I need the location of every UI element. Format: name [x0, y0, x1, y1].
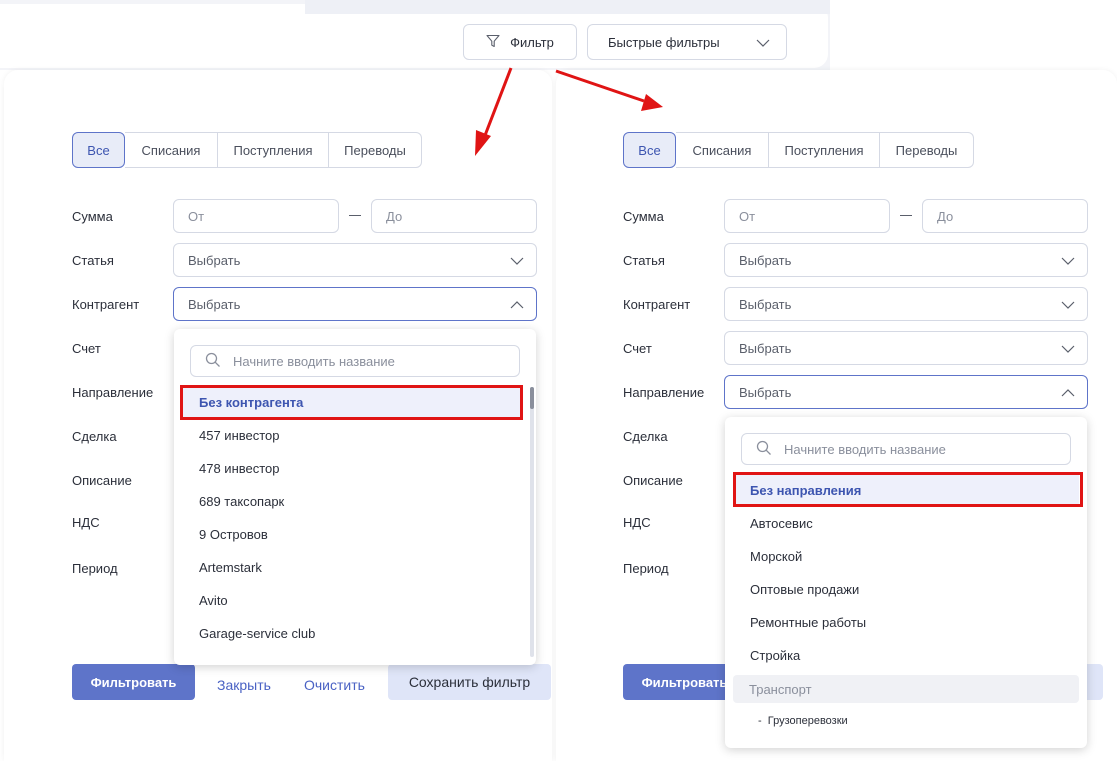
counterparty-search-input[interactable]: Начните вводить название	[190, 345, 520, 377]
top-strip	[305, 0, 830, 14]
amount-to-input[interactable]: До	[922, 199, 1088, 233]
counterparty-select[interactable]: Выбрать	[173, 287, 537, 321]
label-article: Статья	[72, 253, 114, 268]
label-description: Описание	[623, 473, 683, 488]
label-direction: Направление	[623, 385, 705, 400]
label-deal: Сделка	[623, 429, 668, 444]
list-item[interactable]: 457 инвестор	[199, 428, 280, 443]
search-icon	[756, 440, 772, 459]
direction-search-placeholder: Начните вводить название	[784, 441, 946, 457]
direction-select[interactable]: Выбрать	[724, 375, 1088, 409]
list-item[interactable]: Garage-service club	[199, 626, 315, 641]
chevron-down-icon	[1061, 297, 1075, 312]
apply-filter-button[interactable]: Фильтровать	[72, 664, 195, 700]
label-amount: Сумма	[72, 209, 113, 224]
account-select[interactable]: Выбрать	[724, 331, 1088, 365]
list-item[interactable]: Стройка	[750, 648, 800, 663]
tab-receipts[interactable]: Поступления	[769, 132, 880, 168]
save-filter-button[interactable]: Сохранить фильтр	[388, 664, 551, 700]
clear-link[interactable]: Очистить	[304, 677, 365, 693]
account-select-value: Выбрать	[739, 340, 792, 356]
label-amount: Сумма	[623, 209, 664, 224]
counterparty-select-value: Выбрать	[188, 296, 241, 312]
list-item[interactable]: 9 Островов	[199, 527, 268, 542]
filter-button-label: Фильтр	[510, 34, 554, 50]
funnel-icon	[486, 34, 500, 51]
search-icon	[205, 352, 221, 371]
tab-transfers[interactable]: Переводы	[329, 132, 422, 168]
counterparty-dropdown: Начните вводить название Без контрагента…	[174, 329, 536, 665]
tab-transfers[interactable]: Переводы	[880, 132, 974, 168]
label-deal: Сделка	[72, 429, 117, 444]
chevron-down-icon	[510, 253, 524, 268]
list-subitem-label: Грузоперевозки	[767, 715, 848, 727]
dropdown-scrollbar[interactable]	[530, 387, 534, 657]
bullet-dash: -	[758, 715, 768, 727]
quick-filters-label: Быстрые фильтры	[608, 34, 720, 50]
list-item[interactable]: 689 таксопарк	[199, 494, 284, 509]
direction-dropdown: Начните вводить название Без направления…	[725, 417, 1087, 748]
label-description: Описание	[72, 473, 132, 488]
article-select[interactable]: Выбрать	[173, 243, 537, 277]
article-select-value: Выбрать	[739, 252, 792, 268]
list-item[interactable]: Ремонтные работы	[750, 615, 866, 630]
close-link[interactable]: Закрыть	[217, 677, 271, 693]
label-period: Период	[623, 561, 669, 576]
amount-from-input[interactable]: От	[724, 199, 890, 233]
tab-writeoffs[interactable]: Списания	[125, 132, 218, 168]
counterparty-select[interactable]: Выбрать	[724, 287, 1088, 321]
highlight-box	[180, 385, 523, 420]
dropdown-scroll-thumb[interactable]	[530, 387, 534, 409]
tabs-right: Все Списания Поступления Переводы	[623, 132, 974, 168]
range-dash	[900, 215, 912, 216]
chevron-down-icon	[1061, 253, 1075, 268]
label-vat: НДС	[623, 515, 651, 530]
tabs-left: Все Списания Поступления Переводы	[72, 132, 422, 168]
tab-all[interactable]: Все	[72, 132, 125, 168]
label-counterparty: Контрагент	[623, 297, 691, 312]
chevron-down-icon	[756, 35, 770, 50]
counterparty-select-value: Выбрать	[739, 296, 792, 312]
direction-select-value: Выбрать	[739, 384, 792, 400]
list-item[interactable]: Оптовые продажи	[750, 582, 859, 597]
direction-search-input[interactable]: Начните вводить название	[741, 433, 1071, 465]
label-article: Статья	[623, 253, 665, 268]
chevron-up-icon	[510, 297, 524, 312]
label-period: Период	[72, 561, 118, 576]
list-group-header: Транспорт	[733, 675, 1079, 703]
quick-filters-select[interactable]: Быстрые фильтры	[587, 24, 787, 60]
tab-all[interactable]: Все	[623, 132, 676, 168]
article-select[interactable]: Выбрать	[724, 243, 1088, 277]
label-counterparty: Контрагент	[72, 297, 140, 312]
label-account: Счет	[72, 341, 101, 356]
highlight-box	[733, 472, 1083, 507]
counterparty-search-placeholder: Начните вводить название	[233, 353, 395, 369]
list-group-label: Транспорт	[749, 681, 812, 697]
label-direction: Направление	[72, 385, 154, 400]
amount-to-input[interactable]: До	[371, 199, 537, 233]
range-dash	[349, 215, 361, 216]
list-item[interactable]: Avito	[199, 593, 228, 608]
amount-from-input[interactable]: От	[173, 199, 339, 233]
article-select-value: Выбрать	[188, 252, 241, 268]
chevron-down-icon	[1061, 341, 1075, 356]
chevron-up-icon	[1061, 385, 1075, 400]
list-item[interactable]: Морской	[750, 549, 802, 564]
list-subitem[interactable]: - Грузоперевозки	[758, 715, 848, 727]
label-vat: НДС	[72, 515, 100, 530]
tab-writeoffs[interactable]: Списания	[676, 132, 769, 168]
tab-receipts[interactable]: Поступления	[218, 132, 329, 168]
filter-button[interactable]: Фильтр	[463, 24, 577, 60]
label-account: Счет	[623, 341, 652, 356]
list-item[interactable]: 478 инвестор	[199, 461, 280, 476]
top-bar: Фильтр Быстрые фильтры	[0, 0, 830, 70]
list-item[interactable]: Artemstark	[199, 560, 262, 575]
list-item[interactable]: Автосевис	[750, 516, 813, 531]
